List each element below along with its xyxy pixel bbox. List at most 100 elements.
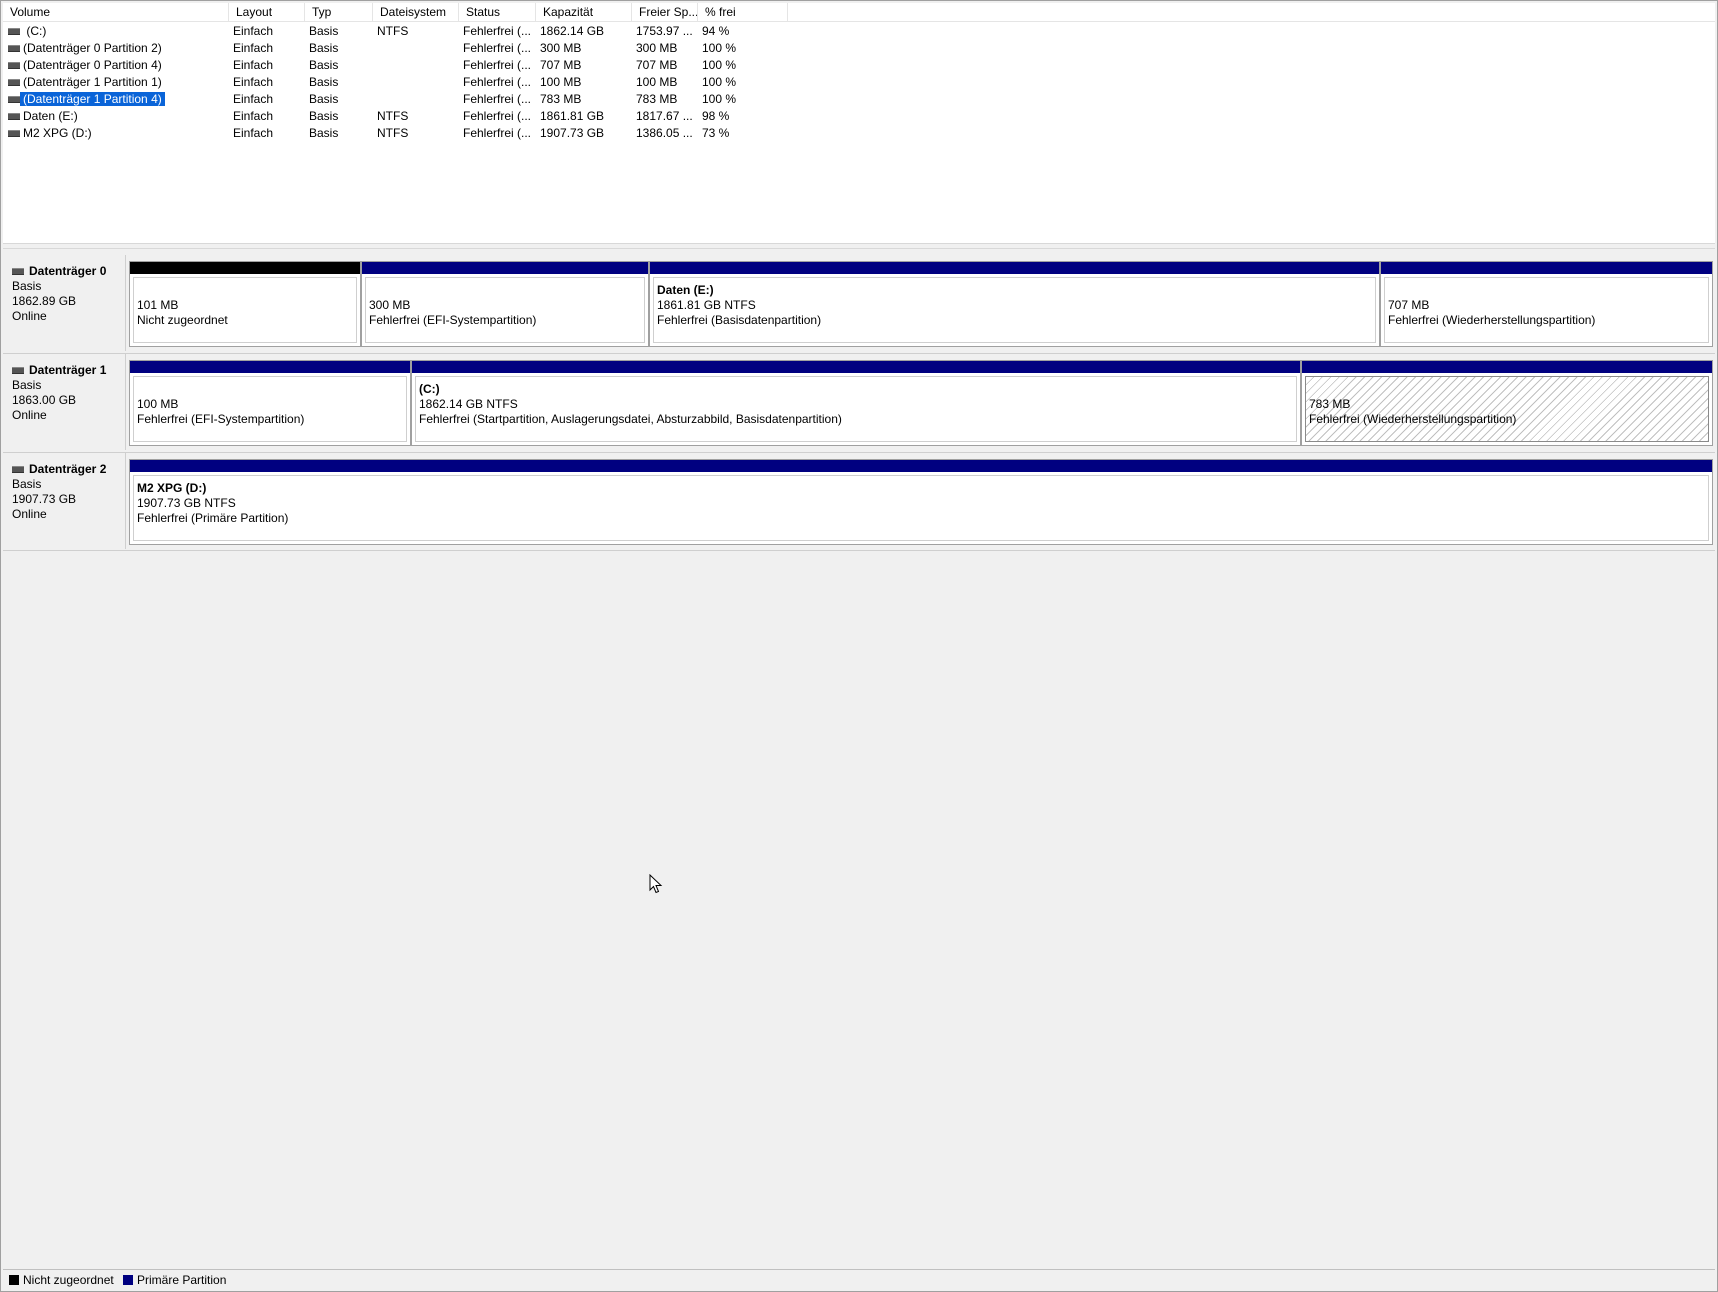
- volume-name: (Datenträger 0 Partition 2): [23, 41, 162, 55]
- prozent-cell: 100 %: [702, 92, 737, 106]
- partition-content: (C:) 1862.14 GB NTFS Fehlerfrei (Startpa…: [415, 376, 1297, 442]
- prozent-cell: 100 %: [702, 75, 737, 89]
- partition-status: Fehlerfrei (EFI-Systempartition): [369, 313, 537, 327]
- disk-size: 1862.89 GB: [12, 294, 77, 308]
- prozent-cell: 94 %: [702, 24, 730, 38]
- volume-cell: (Datenträger 0 Partition 4): [8, 57, 162, 74]
- legend-item-unallocated: Nicht zugeordnet: [9, 1270, 114, 1290]
- disk-title: Datenträger 0: [12, 264, 125, 279]
- partition-name: M2 XPG (D:): [137, 481, 207, 495]
- status-cell: Fehlerfrei (...: [463, 126, 532, 140]
- partition-name: [137, 382, 406, 397]
- kapazitaet-cell: 1861.81 GB: [540, 109, 605, 123]
- volume-icon: [8, 79, 20, 87]
- disk-label-0[interactable]: Datenträger 0 Basis 1862.89 GB Online: [3, 255, 126, 351]
- volume-icon: [8, 28, 20, 36]
- frei-cell: 1817.67 ...: [636, 109, 693, 123]
- disk-type: Basis: [12, 378, 42, 392]
- volume-row[interactable]: (C:) Einfach Basis NTFS Fehlerfrei (... …: [3, 23, 793, 40]
- volume-cell: M2 XPG (D:): [8, 125, 92, 142]
- divider: [3, 550, 1715, 551]
- partition-status: Fehlerfrei (Wiederherstellungspartition): [1309, 412, 1517, 426]
- frei-cell: 1386.05 ...: [636, 126, 693, 140]
- typ-cell: Basis: [309, 58, 339, 72]
- partition-size: 300 MB: [369, 298, 411, 312]
- partition-bar: [362, 262, 648, 274]
- partition-daten-e[interactable]: Daten (E:) 1861.81 GB NTFS Fehlerfrei (B…: [649, 261, 1380, 347]
- partition-unallocated[interactable]: 101 MB Nicht zugeordnet: [129, 261, 361, 347]
- partition-status: Fehlerfrei (Wiederherstellungspartition): [1388, 313, 1596, 327]
- layout-cell: Einfach: [233, 58, 274, 72]
- legend-item-primary: Primäre Partition: [123, 1270, 226, 1290]
- partition-efi[interactable]: 100 MB Fehlerfrei (EFI-Systempartition): [129, 360, 411, 446]
- volume-cell: (Datenträger 1 Partition 4): [8, 91, 165, 108]
- partition-size: 100 MB: [137, 397, 179, 411]
- disk-type: Basis: [12, 279, 42, 293]
- volume-row[interactable]: (Datenträger 1 Partition 1) Einfach Basi…: [3, 74, 793, 91]
- partition-bar: [1302, 361, 1712, 373]
- typ-cell: Basis: [309, 75, 339, 89]
- volume-icon: [8, 96, 20, 104]
- volume-list[interactable]: Volume Layout Typ Dateisystem Status Kap…: [3, 3, 1715, 243]
- disk-label-2[interactable]: Datenträger 2 Basis 1907.73 GB Online: [3, 453, 126, 549]
- disk-row-0[interactable]: Datenträger 0 Basis 1862.89 GB Online 10…: [3, 255, 1715, 351]
- volume-row[interactable]: (Datenträger 0 Partition 4) Einfach Basi…: [3, 57, 793, 74]
- disk-management-window: Volume Layout Typ Dateisystem Status Kap…: [0, 0, 1718, 1292]
- partition-name: [137, 283, 356, 298]
- disk-title: Datenträger 2: [12, 462, 125, 477]
- partition-c[interactable]: (C:) 1862.14 GB NTFS Fehlerfrei (Startpa…: [411, 360, 1301, 446]
- partition-size: 1862.14 GB NTFS: [419, 397, 518, 411]
- disk-title: Datenträger 1: [12, 363, 125, 378]
- status-cell: Fehlerfrei (...: [463, 41, 532, 55]
- partition-status: Fehlerfrei (EFI-Systempartition): [137, 412, 305, 426]
- disk-label-1[interactable]: Datenträger 1 Basis 1863.00 GB Online: [3, 354, 126, 450]
- prozent-cell: 100 %: [702, 58, 737, 72]
- kapazitaet-cell: 1907.73 GB: [540, 126, 605, 140]
- partition-bar: [1381, 262, 1712, 274]
- partition-bar: [130, 460, 1712, 472]
- frei-cell: 783 MB: [636, 92, 678, 106]
- volume-cell: (Datenträger 0 Partition 2): [8, 40, 162, 57]
- partition-recovery-selected[interactable]: 783 MB Fehlerfrei (Wiederherstellungspar…: [1301, 360, 1713, 446]
- disk-name: Datenträger 2: [29, 462, 107, 476]
- volume-row-selected[interactable]: (Datenträger 1 Partition 4) Einfach Basi…: [3, 91, 793, 108]
- typ-cell: Basis: [309, 24, 339, 38]
- volume-name: (Datenträger 0 Partition 4): [23, 58, 162, 72]
- layout-cell: Einfach: [233, 92, 274, 106]
- status-cell: Fehlerfrei (...: [463, 58, 532, 72]
- partition-bar: [412, 361, 1300, 373]
- mouse-cursor-icon: [649, 874, 663, 894]
- volume-row[interactable]: Daten (E:) Einfach Basis NTFS Fehlerfrei…: [3, 108, 793, 125]
- partition-content: 100 MB Fehlerfrei (EFI-Systempartition): [133, 376, 407, 442]
- volume-cell: Daten (E:): [8, 108, 78, 125]
- column-header-typ[interactable]: Typ: [305, 3, 373, 21]
- dateisystem-cell: NTFS: [377, 109, 409, 123]
- partition-efi[interactable]: 300 MB Fehlerfrei (EFI-Systempartition): [361, 261, 649, 347]
- partition-name: [1388, 283, 1708, 298]
- disk-name: Datenträger 1: [29, 363, 107, 377]
- column-header-kapazitaet[interactable]: Kapazität: [536, 3, 632, 21]
- volume-cell: (Datenträger 1 Partition 1): [8, 74, 162, 91]
- disk-partitions-2: M2 XPG (D:) 1907.73 GB NTFS Fehlerfrei (…: [129, 459, 1713, 545]
- frei-cell: 707 MB: [636, 58, 678, 72]
- disk-row-2[interactable]: Datenträger 2 Basis 1907.73 GB Online M2…: [3, 453, 1715, 549]
- layout-cell: Einfach: [233, 41, 274, 55]
- partition-status: Nicht zugeordnet: [137, 313, 228, 327]
- volume-row[interactable]: (Datenträger 0 Partition 2) Einfach Basi…: [3, 40, 793, 57]
- column-header-status[interactable]: Status: [459, 3, 536, 21]
- pane-splitter[interactable]: [3, 243, 1715, 249]
- volume-row[interactable]: M2 XPG (D:) Einfach Basis NTFS Fehlerfre…: [3, 125, 793, 142]
- layout-cell: Einfach: [233, 126, 274, 140]
- column-header-volume[interactable]: Volume: [3, 3, 229, 21]
- disk-row-1[interactable]: Datenträger 1 Basis 1863.00 GB Online 10…: [3, 354, 1715, 450]
- partition-m2-xpg-d[interactable]: M2 XPG (D:) 1907.73 GB NTFS Fehlerfrei (…: [129, 459, 1713, 545]
- column-header-layout[interactable]: Layout: [229, 3, 305, 21]
- partition-recovery[interactable]: 707 MB Fehlerfrei (Wiederherstellungspar…: [1380, 261, 1713, 347]
- column-header-dateisystem[interactable]: Dateisystem: [373, 3, 459, 21]
- volume-name: (Datenträger 1 Partition 1): [23, 75, 162, 89]
- column-header-freier-speicher[interactable]: Freier Sp...: [632, 3, 698, 21]
- column-header-prozent-frei[interactable]: % frei: [698, 3, 788, 21]
- kapazitaet-cell: 300 MB: [540, 41, 582, 55]
- partition-size: 1907.73 GB NTFS: [137, 496, 236, 510]
- layout-cell: Einfach: [233, 109, 274, 123]
